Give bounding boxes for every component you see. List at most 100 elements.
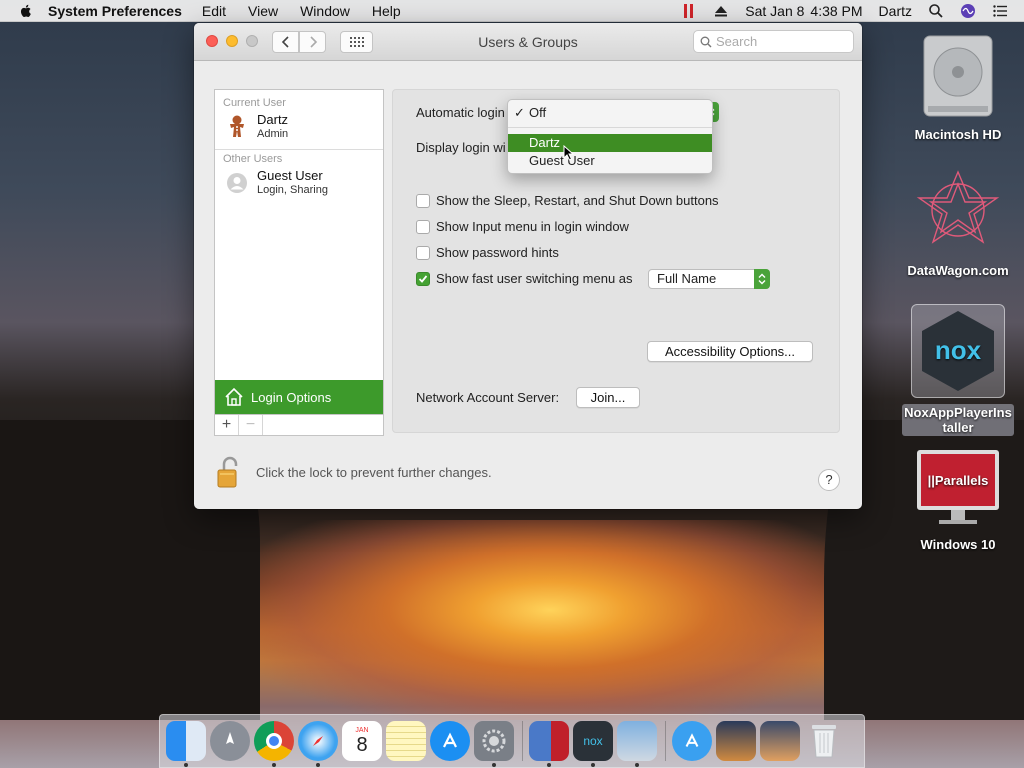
add-user-button[interactable]: + [215,415,239,435]
lock-icon[interactable] [214,455,244,489]
checkbox[interactable] [416,219,430,234]
lock-area: Click the lock to prevent further change… [214,455,492,489]
desktop-icon-label: Windows 10 [920,537,996,552]
checkbox[interactable] [416,245,430,260]
running-indicator [591,763,595,767]
user-row-guest[interactable]: Guest User Login, Sharing [215,165,383,201]
checkbox-label: Show the Sleep, Restart, and Shut Down b… [436,193,719,208]
downloads-stack-icon[interactable] [760,721,800,761]
sidebar-divider [215,149,383,150]
menu-date[interactable]: Sat Jan 8 [745,3,804,19]
running-indicator [635,763,639,767]
finder-icon[interactable] [166,721,206,767]
menu-view[interactable]: View [248,3,278,19]
parallels-status-icon[interactable] [681,3,697,19]
app-store-icon[interactable] [430,721,470,761]
desktop-icon-nox-installer[interactable]: nox NoxAppPlayerIns taller [898,304,1018,436]
users-groups-window: Users & Groups Current User Dartz Admin … [194,23,862,509]
network-account-server-label: Network Account Server: [416,390,560,405]
user-role: Admin [257,128,289,140]
menu-option-dartz[interactable]: Dartz [508,134,712,152]
svg-text:||Parallels: ||Parallels [928,473,989,488]
desktop-icon-datawagon[interactable]: DataWagon.com [898,170,1018,278]
running-indicator [184,763,188,767]
menu-window[interactable]: Window [300,3,350,19]
trash-icon[interactable] [804,721,844,761]
dock: JAN 8 nox [159,714,865,768]
parallels-vm-icon: ||Parallels [917,450,999,524]
preview-icon[interactable] [617,721,657,767]
desktop-icon-windows-10[interactable]: ||Parallels Windows 10 [898,448,1018,552]
checkbox-fast-user-switching[interactable]: Show fast user switching menu as [416,271,633,286]
nox-installer-icon: nox [911,304,1005,398]
automatic-login-label: Automatic login [416,105,505,120]
checkbox-label: Show fast user switching menu as [436,271,633,286]
menu-user[interactable]: Dartz [879,3,912,19]
siri-icon[interactable] [960,3,976,19]
login-options-item[interactable]: Login Options [215,380,383,414]
accessibility-options-button[interactable]: Accessibility Options... [647,341,813,362]
calendar-icon[interactable]: JAN 8 [342,721,382,761]
system-preferences-icon[interactable] [474,721,514,767]
chrome-icon[interactable] [254,721,294,767]
title-bar[interactable]: Users & Groups [194,23,862,61]
desktop-icon-macintosh-hd[interactable]: Macintosh HD [898,34,1018,142]
checkbox-label: Show password hints [436,245,559,260]
user-name: Dartz [257,112,289,127]
desktop-sunset [250,520,850,720]
safari-icon[interactable] [298,721,338,767]
search-field[interactable] [693,30,854,53]
checkbox-sleep-buttons[interactable]: Show the Sleep, Restart, and Shut Down b… [416,193,719,208]
current-user-header: Current User [223,97,286,109]
checkbox[interactable] [416,193,430,208]
search-input[interactable] [716,34,836,49]
menu-separator [508,127,712,128]
automatic-login-menu: ✓ Off Dartz Guest User [507,99,713,174]
popup-stepper-icon [754,269,770,289]
checkmark-icon: ✓ [514,105,525,120]
launchpad-icon[interactable] [210,721,250,761]
checkbox-password-hints[interactable]: Show password hints [416,245,559,260]
remove-user-button[interactable]: − [239,415,263,435]
user-name: Guest User [257,168,323,183]
gingerbread-avatar-icon [225,115,249,139]
dock-separator [522,721,523,761]
checkmark-icon [418,274,428,283]
fast-switch-popup[interactable]: Full Name [648,269,770,289]
running-indicator [547,763,551,767]
menu-edit[interactable]: Edit [202,3,226,19]
menu-option-label: Guest User [529,153,595,168]
applications-folder-icon[interactable] [672,721,712,761]
running-indicator [272,763,276,767]
user-row-dartz[interactable]: Dartz Admin [215,109,383,145]
guest-avatar-icon [225,171,249,195]
display-login-label: Display login wi [416,140,506,155]
svg-text:nox: nox [935,335,982,365]
apple-menu-icon[interactable] [18,3,34,19]
menu-app-name[interactable]: System Preferences [48,3,182,19]
spotlight-icon[interactable] [928,3,944,19]
documents-stack-icon[interactable] [716,721,756,761]
menu-bar: System Preferences Edit View Window Help… [0,0,1024,22]
help-button[interactable]: ? [818,469,840,491]
datawagon-logo-icon [916,170,1000,244]
users-sidebar: Current User Dartz Admin Other Users Gue… [214,89,384,415]
notes-icon[interactable] [386,721,426,761]
desktop-icon-label: DataWagon.com [907,263,1009,278]
eject-icon[interactable] [713,3,729,19]
menu-time[interactable]: 4:38 PM [810,3,862,19]
menu-help[interactable]: Help [372,3,401,19]
menu-option-guest[interactable]: Guest User [508,152,712,170]
nox-player-icon[interactable]: nox [573,721,613,767]
other-users-header: Other Users [223,153,283,165]
sidebar-buttons: + − [214,415,384,436]
menu-option-label: Dartz [529,135,561,150]
parallels-desktop-icon[interactable] [529,721,569,767]
checkbox-checked[interactable] [416,271,430,286]
notification-center-icon[interactable] [992,3,1008,19]
menu-option-off[interactable]: ✓ Off [508,104,712,122]
fast-switch-value: Full Name [657,271,717,286]
join-button[interactable]: Join... [576,387,640,408]
checkbox-input-menu[interactable]: Show Input menu in login window [416,219,629,234]
desktop-icon-label: NoxAppPlayerIns taller [902,404,1014,436]
